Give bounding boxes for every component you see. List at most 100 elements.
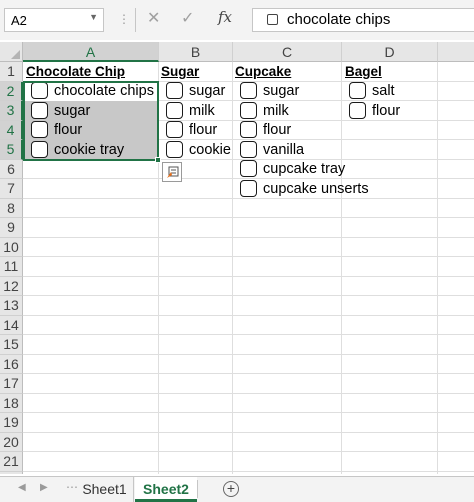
column-header-c[interactable]: C — [233, 42, 342, 62]
checkbox-vanilla[interactable]: vanilla — [240, 141, 304, 158]
formula-content: chocolate chips — [287, 11, 391, 28]
checkbox-label: milk — [189, 102, 215, 119]
chevron-down-icon[interactable]: ▼ — [89, 12, 98, 22]
row-header-1[interactable]: 1 — [0, 62, 23, 82]
row-gridline — [23, 412, 474, 413]
enter-check-icon[interactable]: ✓ — [181, 8, 194, 28]
quick-analysis-icon[interactable] — [166, 166, 179, 179]
sheet-tab-bar: ◀ ▶ ⋯ Sheet1 Sheet2 + — [0, 476, 474, 502]
checkbox-cookie-tray[interactable]: cookie tray — [166, 141, 232, 158]
row-gridline — [23, 314, 474, 316]
row-gridline — [23, 451, 474, 452]
tab-sheet1[interactable]: Sheet1 — [76, 477, 134, 502]
checkbox-sugar[interactable]: sugar — [166, 82, 225, 99]
divider — [135, 8, 136, 32]
divider — [197, 480, 198, 498]
column-header-d[interactable]: D — [342, 42, 438, 62]
checkbox-icon[interactable] — [166, 141, 183, 158]
cell-b5-clip: cookie tray — [166, 141, 232, 160]
checkbox-icon[interactable] — [166, 102, 183, 119]
heading-cupcake: Cupcake — [235, 64, 292, 79]
row-header-17[interactable]: 17 — [0, 374, 23, 394]
row-header-7[interactable]: 7 — [0, 179, 23, 199]
row-gridline — [23, 353, 474, 355]
row-header-9[interactable]: 9 — [0, 218, 23, 238]
worksheet-grid[interactable]: A B C D 1 2 3 4 5 6 7 8 9 10 11 12 13 14 15 16 17 18 19 20 2… — [0, 42, 474, 474]
heading-sugar: Sugar — [161, 64, 200, 79]
row-header-12[interactable]: 12 — [0, 276, 23, 296]
cancel-icon[interactable]: ✕ — [147, 8, 160, 28]
row-header-20[interactable]: 20 — [0, 432, 23, 452]
row-header-3[interactable]: 3 — [0, 101, 23, 121]
row-gridline — [23, 334, 474, 335]
row-gridline — [23, 373, 474, 374]
checkbox-icon[interactable] — [349, 102, 366, 119]
checkbox-cupcake-unserts[interactable]: cupcake unserts — [240, 180, 369, 197]
checkbox-icon[interactable] — [240, 141, 257, 158]
row-header-19[interactable]: 19 — [0, 413, 23, 433]
insert-function-icon[interactable]: fx — [218, 8, 232, 26]
row-header-15[interactable]: 15 — [0, 335, 23, 355]
select-all-corner[interactable] — [0, 42, 23, 62]
row-gridline — [23, 392, 474, 394]
checkbox-cupcake-tray[interactable]: cupcake tray — [240, 160, 345, 177]
scroll-left-icon[interactable]: ◀ — [18, 482, 26, 493]
formula-input[interactable]: chocolate chips — [252, 8, 474, 32]
name-box-value: A2 — [11, 13, 27, 28]
row-gridline — [23, 295, 474, 296]
checkbox-label: cookie tray — [189, 141, 232, 158]
checkbox-icon[interactable] — [166, 82, 183, 99]
row-header-5[interactable]: 5 — [0, 140, 23, 160]
checkbox-icon[interactable] — [240, 121, 257, 138]
row-header-21[interactable]: 21 — [0, 452, 23, 472]
drag-handle-icon[interactable]: ⋮ — [118, 12, 130, 26]
row-gridline — [23, 217, 474, 218]
row-header-2[interactable]: 2 — [0, 81, 23, 101]
checkbox-icon[interactable] — [240, 102, 257, 119]
row-header-16[interactable]: 16 — [0, 354, 23, 374]
checkbox-icon[interactable] — [349, 82, 366, 99]
checkbox-salt[interactable]: salt — [349, 82, 395, 99]
checkbox-glyph-icon — [267, 14, 278, 25]
scroll-right-icon[interactable]: ▶ — [40, 482, 48, 493]
column-gridline — [232, 62, 233, 474]
add-sheet-icon[interactable]: + — [223, 481, 239, 497]
column-header-b[interactable]: B — [159, 42, 233, 62]
quick-analysis-button[interactable] — [162, 162, 182, 182]
checkbox-flour[interactable]: flour — [349, 102, 400, 119]
row-gridline — [23, 431, 474, 433]
column-gridline — [341, 62, 342, 474]
checkbox-flour[interactable]: flour — [240, 121, 291, 138]
row-header-8[interactable]: 8 — [0, 198, 23, 218]
row-header-13[interactable]: 13 — [0, 296, 23, 316]
checkbox-sugar[interactable]: sugar — [240, 82, 299, 99]
row-header-14[interactable]: 14 — [0, 315, 23, 335]
checkbox-icon[interactable] — [166, 121, 183, 138]
row-gridline — [23, 236, 474, 238]
checkbox-icon[interactable] — [240, 180, 257, 197]
column-header-a[interactable]: A — [23, 42, 159, 62]
tab-sheet2[interactable]: Sheet2 — [135, 477, 197, 502]
checkbox-flour[interactable]: flour — [166, 121, 217, 138]
row-header-6[interactable]: 6 — [0, 159, 23, 179]
checkbox-icon[interactable] — [240, 82, 257, 99]
row-header-4[interactable]: 4 — [0, 120, 23, 140]
row-gridline — [23, 256, 474, 257]
row-header-10[interactable]: 10 — [0, 237, 23, 257]
formula-bar: A2 ▼ ⋮ ✕ ✓ fx chocolate chips — [0, 0, 474, 40]
selection-border — [23, 81, 159, 161]
row-gridline — [23, 178, 474, 179]
checkbox-label: cupcake tray — [263, 160, 346, 177]
checkbox-label: flour — [189, 121, 218, 138]
row-header-11[interactable]: 11 — [0, 257, 23, 277]
column-gridline — [437, 62, 438, 474]
row-header-18[interactable]: 18 — [0, 393, 23, 413]
checkbox-milk[interactable]: milk — [166, 102, 215, 119]
column-header-e[interactable] — [438, 42, 474, 62]
row-header-22[interactable]: 22 — [0, 471, 23, 474]
checkbox-icon[interactable] — [240, 160, 257, 177]
name-box[interactable]: A2 ▼ — [4, 8, 104, 32]
fill-handle[interactable] — [155, 157, 161, 163]
checkbox-label: cupcake unserts — [263, 180, 369, 197]
checkbox-milk[interactable]: milk — [240, 102, 289, 119]
